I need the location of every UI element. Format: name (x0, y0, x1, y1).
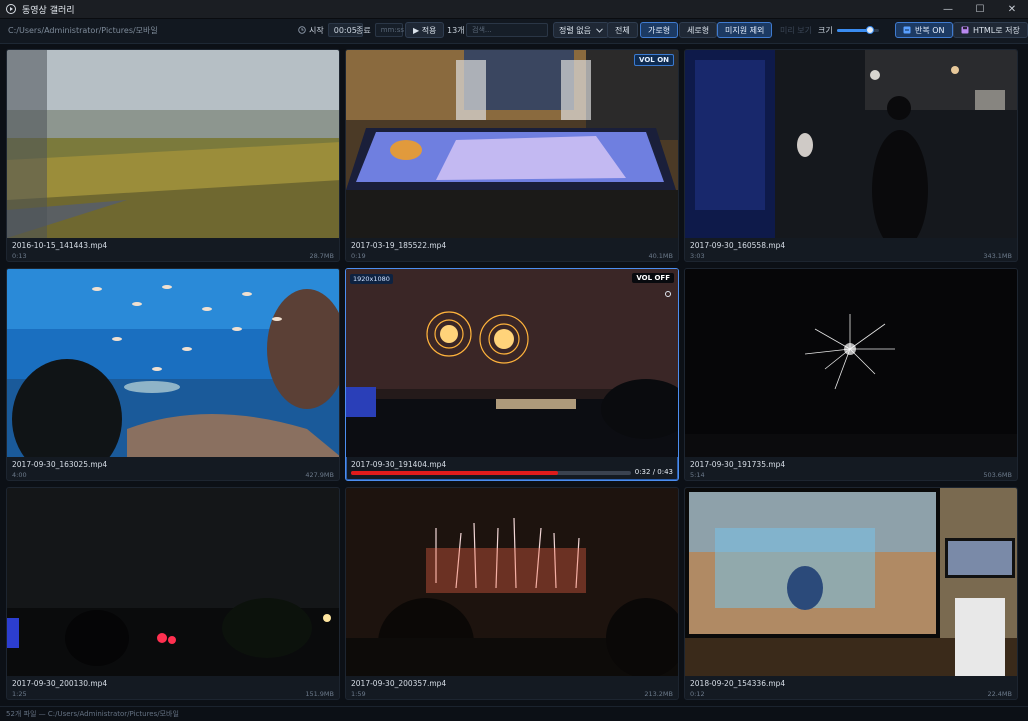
video-duration: 1:59 (351, 690, 366, 698)
video-thumbnail[interactable] (685, 50, 1018, 238)
resolution-badge: 1920x1080 (350, 274, 393, 284)
end-time-group: 종료 mm:ss (356, 22, 404, 38)
playback-time: 0:32 / 0:43 (634, 468, 673, 476)
repeat-icon (903, 26, 911, 34)
sort-value: 정렬 없음 (559, 25, 591, 35)
video-filesize: 427.9MB (305, 471, 334, 479)
repeat-label: 반복 ON (915, 25, 945, 35)
size-label: 크기 (818, 25, 833, 35)
search-input[interactable]: 검색... (466, 23, 548, 37)
video-thumbnail[interactable] (685, 488, 1018, 676)
video-thumbnail[interactable] (7, 269, 340, 457)
video-filesize: 151.9MB (305, 690, 334, 698)
start-label: 시작 (309, 25, 324, 35)
video-duration: 0:12 (690, 690, 705, 698)
video-thumbnail[interactable] (346, 269, 679, 457)
video-filesize: 40.1MB (648, 252, 673, 260)
video-filename: 2018-09-20_154336.mp4 (690, 679, 786, 688)
video-filesize: 22.4MB (987, 690, 1012, 698)
close-button[interactable]: ✕ (996, 0, 1028, 18)
size-slider[interactable] (836, 25, 879, 34)
save-html-label: HTML로 저장 (973, 25, 1020, 35)
clock-icon (298, 26, 306, 34)
video-duration: 3:03 (690, 252, 705, 260)
video-grid: 2016-10-15_141443.mp4 0:13 28.7MB VOL ON… (6, 49, 1018, 700)
video-duration: 0:13 (12, 252, 27, 260)
start-time-group: 시작 00:05 (298, 22, 363, 38)
playback-progress-bar[interactable] (351, 471, 631, 475)
video-card[interactable]: 2018-09-20_154336.mp4 0:12 22.4MB (684, 487, 1018, 700)
video-duration: 5:14 (690, 471, 705, 479)
filter-landscape-button[interactable]: 가로형 (640, 22, 679, 38)
video-thumbnail[interactable] (7, 50, 340, 238)
current-path: C:/Users/Administrator/Pictures/모바일 (8, 26, 158, 35)
video-filename: 2017-09-30_163025.mp4 (12, 460, 108, 469)
title-bar: 동영상 갤러리 — ☐ ✕ (0, 0, 1028, 19)
app-play-icon (6, 4, 16, 14)
volume-badge[interactable]: VOL ON (634, 54, 674, 66)
video-card[interactable]: 2016-10-15_141443.mp4 0:13 28.7MB (6, 49, 340, 262)
size-group: 크기 (818, 22, 879, 38)
apply-button[interactable]: ▶ 적용 (405, 22, 445, 38)
video-card-selected[interactable]: 1920x1080 VOL OFF 2017-09-30_191404.mp4 … (345, 268, 679, 481)
maximize-button[interactable]: ☐ (964, 0, 996, 18)
file-count: 13개 (447, 25, 465, 35)
disabled-button: 미리 보기 (780, 25, 812, 35)
sort-select[interactable]: 정렬 없음 (553, 22, 609, 38)
video-card[interactable]: 2017-09-30_160558.mp4 3:03 343.1MB (684, 49, 1018, 262)
chevron-down-icon (596, 27, 603, 33)
toolbar: C:/Users/Administrator/Pictures/모바일 시작 0… (0, 19, 1028, 44)
video-filename: 2017-09-30_191735.mp4 (690, 460, 786, 469)
minimize-button[interactable]: — (932, 0, 964, 18)
volume-badge[interactable]: VOL OFF (632, 273, 674, 283)
video-card[interactable]: 2017-09-30_200357.mp4 1:59 213.2MB (345, 487, 679, 700)
video-filename: 2017-09-30_191404.mp4 (351, 460, 447, 469)
end-time-input[interactable]: mm:ss (374, 23, 404, 37)
video-filesize: 28.7MB (309, 252, 334, 260)
video-filename: 2017-09-30_160558.mp4 (690, 241, 786, 250)
status-bar: 52개 파일 — C:/Users/Administrator/Pictures… (0, 706, 1028, 721)
video-filesize: 503.6MB (983, 471, 1012, 479)
exclude-unsupported-button[interactable]: 미지원 제외 (717, 22, 773, 38)
save-html-button[interactable]: HTML로 저장 (953, 22, 1028, 38)
window-controls: — ☐ ✕ (932, 0, 1028, 18)
playback-progress-fill (351, 471, 559, 475)
video-duration: 1:25 (12, 690, 27, 698)
size-slider-knob[interactable] (866, 25, 875, 34)
power-icon[interactable] (665, 291, 671, 297)
repeat-toggle-button[interactable]: 반복 ON (895, 22, 953, 38)
video-card[interactable]: 2017-09-30_163025.mp4 4:00 427.9MB (6, 268, 340, 481)
video-card[interactable]: VOL ON 2017-03-19_185522.mp4 0:19 40.1MB (345, 49, 679, 262)
video-thumbnail[interactable] (7, 488, 340, 676)
window-title: 동영상 갤러리 (22, 5, 75, 16)
video-filename: 2017-09-30_200357.mp4 (351, 679, 447, 688)
video-filename: 2016-10-15_141443.mp4 (12, 241, 108, 250)
video-thumbnail[interactable] (346, 50, 679, 238)
filter-portrait-button[interactable]: 세로형 (679, 22, 718, 38)
status-text: 52개 파일 — C:/Users/Administrator/Pictures… (6, 710, 179, 718)
video-thumbnail[interactable] (346, 488, 679, 676)
end-label: 종료 (356, 25, 371, 35)
filter-all-button[interactable]: 전체 (607, 22, 638, 38)
save-icon (961, 26, 969, 34)
video-card[interactable]: 2017-09-30_191735.mp4 5:14 503.6MB (684, 268, 1018, 481)
video-thumbnail[interactable] (685, 269, 1018, 457)
video-duration: 4:00 (12, 471, 27, 479)
video-duration: 0:19 (351, 252, 366, 260)
video-filename: 2017-03-19_185522.mp4 (351, 241, 447, 250)
video-filesize: 213.2MB (644, 690, 673, 698)
video-card[interactable]: 2017-09-30_200130.mp4 1:25 151.9MB (6, 487, 340, 700)
video-filesize: 343.1MB (983, 252, 1012, 260)
video-filename: 2017-09-30_200130.mp4 (12, 679, 108, 688)
size-slider-fill (836, 28, 871, 32)
